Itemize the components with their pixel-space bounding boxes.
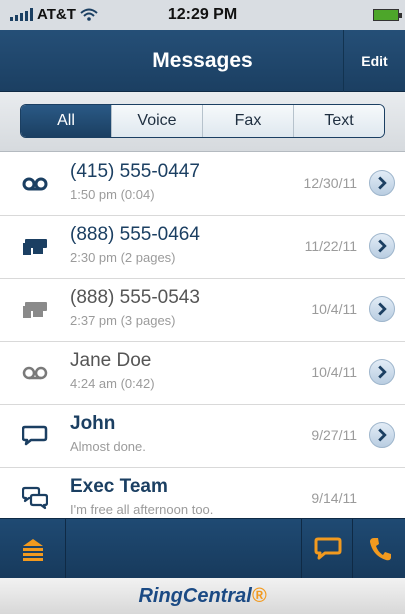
filter-text[interactable]: Text [293,105,384,137]
message-row[interactable]: Exec Team I'm free all afternoon too. 9/… [0,468,405,518]
chevron-right-icon[interactable] [369,170,395,196]
ringcentral-logo: RingCentral® [138,585,266,608]
message-sender: (888) 555-0543 [70,287,200,308]
message-row[interactable]: Jane Doe 4:24 am (0:42) 10/4/11 [0,342,405,405]
message-sender: (415) 555-0447 [70,161,200,182]
message-row[interactable]: (415) 555-0447 1:50 pm (0:04) 12/30/11 [0,153,405,216]
message-date: 9/27/11 [311,427,357,443]
brand-mark: ® [251,585,267,607]
filter-bar: All Voice Fax Text [0,92,405,152]
message-detail: 2:37 pm (3 pages) [70,313,176,328]
call-button[interactable] [353,519,405,579]
status-bar: AT&T 12:29 PM [0,0,405,30]
message-detail: 2:30 pm (2 pages) [70,250,176,265]
message-list: (415) 555-0447 1:50 pm (0:04) 12/30/11 (… [0,153,405,518]
message-date: 10/4/11 [311,301,357,317]
message-sender: Jane Doe [70,350,152,371]
filter-segmented-control: All Voice Fax Text [20,104,385,138]
message-row[interactable]: (888) 555-0464 2:30 pm (2 pages) 11/22/1… [0,216,405,279]
message-date: 9/14/11 [311,490,357,506]
voicemail-icon [22,366,48,380]
voicemail-icon [22,177,48,191]
message-date: 11/22/11 [304,238,357,254]
message-detail: 4:24 am (0:42) [70,376,155,391]
chevron-right-icon[interactable] [369,422,395,448]
compose-message-icon [314,537,342,560]
fax-icon [23,239,47,255]
message-sender: Exec Team [70,476,168,497]
messages-screen: AT&T 12:29 PM Messages Edit All Voice Fa… [0,0,405,614]
brand-text: RingCentral [138,585,252,607]
message-sender: (888) 555-0464 [70,224,200,245]
menu-button[interactable] [0,519,66,579]
nav-bar: Messages Edit [0,30,405,92]
chevron-right-icon[interactable] [369,233,395,259]
edit-button[interactable]: Edit [343,30,405,92]
chat-bubble-icon [22,425,48,446]
message-detail: Almost done. [70,439,146,454]
bottom-toolbar [0,518,405,579]
brand-footer: RingCentral® [0,578,405,614]
filter-fax[interactable]: Fax [202,105,293,137]
message-date: 12/30/11 [303,175,357,191]
chevron-right-icon[interactable] [369,359,395,385]
filter-all[interactable]: All [21,105,111,137]
new-message-button[interactable] [301,519,353,579]
message-row[interactable]: John Almost done. 9/27/11 [0,405,405,468]
fax-icon [23,302,47,318]
filter-voice[interactable]: Voice [111,105,202,137]
message-detail: I'm free all afternoon too. [70,502,214,517]
battery-icon [373,9,402,21]
message-detail: 1:50 pm (0:04) [70,187,155,202]
message-sender: John [70,413,116,434]
message-row[interactable]: (888) 555-0543 2:37 pm (3 pages) 10/4/11 [0,279,405,342]
group-chat-icon [22,486,48,510]
message-date: 10/4/11 [311,364,357,380]
phone-icon [370,538,391,561]
chevron-right-icon[interactable] [369,296,395,322]
status-time: 12:29 PM [167,6,238,23]
menu-icon [23,539,43,561]
